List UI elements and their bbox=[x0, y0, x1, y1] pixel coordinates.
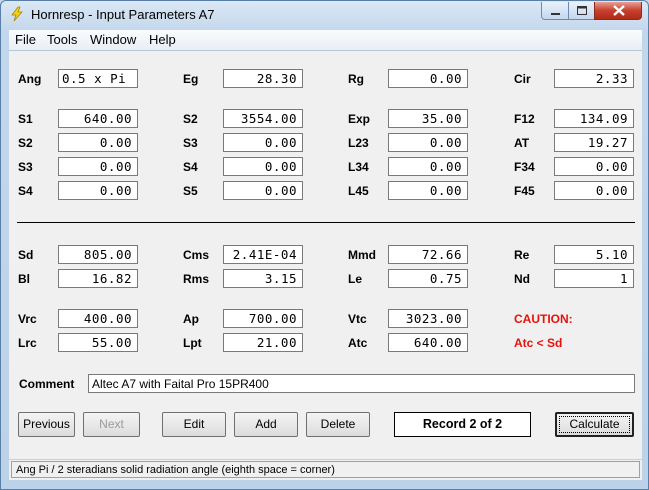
s1-label: S1 bbox=[18, 112, 33, 126]
ap-field[interactable]: 700.00 bbox=[223, 309, 303, 328]
menu-bar: File Tools Window Help bbox=[9, 30, 642, 51]
atc-label: Atc bbox=[348, 336, 368, 350]
f34-label: F34 bbox=[514, 160, 535, 174]
l45-field[interactable]: 0.00 bbox=[388, 181, 468, 200]
s4-field-mid[interactable]: 0.00 bbox=[223, 157, 303, 176]
at-label: AT bbox=[514, 136, 530, 150]
close-button[interactable] bbox=[594, 2, 642, 20]
lrc-field[interactable]: 55.00 bbox=[58, 333, 138, 352]
f45-label: F45 bbox=[514, 184, 535, 198]
cms-field[interactable]: 2.41E-04 bbox=[223, 245, 303, 264]
lightning-icon bbox=[9, 6, 25, 22]
mmd-label: Mmd bbox=[348, 248, 376, 262]
s2-field[interactable]: 0.00 bbox=[58, 133, 138, 152]
cir-field[interactable]: 2.33 bbox=[554, 69, 634, 88]
atc-field[interactable]: 640.00 bbox=[388, 333, 468, 352]
le-label: Le bbox=[348, 272, 363, 286]
lrc-label: Lrc bbox=[18, 336, 37, 350]
cir-label: Cir bbox=[514, 72, 531, 86]
ang-field[interactable]: 0.5 x Pi bbox=[58, 69, 138, 88]
bl-field[interactable]: 16.82 bbox=[58, 269, 138, 288]
mmd-field[interactable]: 72.66 bbox=[388, 245, 468, 264]
status-bar: Ang Pi / 2 steradians solid radiation an… bbox=[9, 460, 642, 480]
previous-button[interactable]: Previous bbox=[18, 412, 75, 437]
at-field[interactable]: 19.27 bbox=[554, 133, 634, 152]
ap-label: Ap bbox=[183, 312, 199, 326]
f12-field[interactable]: 134.09 bbox=[554, 109, 634, 128]
s5-field[interactable]: 0.00 bbox=[223, 181, 303, 200]
cms-label: Cms bbox=[183, 248, 210, 262]
edit-button[interactable]: Edit bbox=[162, 412, 226, 437]
l34-field[interactable]: 0.00 bbox=[388, 157, 468, 176]
s3-label-mid: S3 bbox=[183, 136, 198, 150]
caution-title: CAUTION: bbox=[514, 312, 573, 326]
add-button[interactable]: Add bbox=[234, 412, 298, 437]
s5-label: S5 bbox=[183, 184, 198, 198]
bl-label: Bl bbox=[18, 272, 30, 286]
rg-field[interactable]: 0.00 bbox=[388, 69, 468, 88]
s2-label-top: S2 bbox=[183, 112, 198, 126]
s4-label: S4 bbox=[18, 184, 33, 198]
s4-field[interactable]: 0.00 bbox=[58, 181, 138, 200]
app-window: Hornresp - Input Parameters A7 File Tool… bbox=[0, 0, 649, 490]
s3-field[interactable]: 0.00 bbox=[58, 157, 138, 176]
title-bar[interactable]: Hornresp - Input Parameters A7 bbox=[1, 1, 648, 29]
s2-label: S2 bbox=[18, 136, 33, 150]
sd-field[interactable]: 805.00 bbox=[58, 245, 138, 264]
comment-field[interactable]: Altec A7 with Faital Pro 15PR400 bbox=[88, 374, 635, 393]
window-title: Hornresp - Input Parameters A7 bbox=[31, 7, 215, 22]
f12-label: F12 bbox=[514, 112, 535, 126]
le-field[interactable]: 0.75 bbox=[388, 269, 468, 288]
exp-field[interactable]: 35.00 bbox=[388, 109, 468, 128]
calculate-button[interactable]: Calculate bbox=[555, 412, 634, 437]
nd-label: Nd bbox=[514, 272, 530, 286]
l23-field[interactable]: 0.00 bbox=[388, 133, 468, 152]
s1-field[interactable]: 640.00 bbox=[58, 109, 138, 128]
vrc-field[interactable]: 400.00 bbox=[58, 309, 138, 328]
lpt-label: Lpt bbox=[183, 336, 202, 350]
comment-label: Comment bbox=[19, 377, 75, 391]
eg-field[interactable]: 28.30 bbox=[223, 69, 303, 88]
s2-field-top[interactable]: 3554.00 bbox=[223, 109, 303, 128]
re-field[interactable]: 5.10 bbox=[554, 245, 634, 264]
maximize-button[interactable] bbox=[568, 2, 595, 20]
f45-field[interactable]: 0.00 bbox=[554, 181, 634, 200]
record-indicator: Record 2 of 2 bbox=[394, 412, 531, 437]
s3-label: S3 bbox=[18, 160, 33, 174]
lpt-field[interactable]: 21.00 bbox=[223, 333, 303, 352]
parameters-panel: Ang 0.5 x Pi Eg 28.30 Rg 0.00 Cir 2.33 S… bbox=[9, 51, 642, 459]
rms-field[interactable]: 3.15 bbox=[223, 269, 303, 288]
vtc-label: Vtc bbox=[348, 312, 367, 326]
caution-message: Atc < Sd bbox=[514, 336, 563, 350]
menu-help[interactable]: Help bbox=[149, 32, 176, 47]
menu-tools[interactable]: Tools bbox=[47, 32, 77, 47]
f34-field[interactable]: 0.00 bbox=[554, 157, 634, 176]
ang-label: Ang bbox=[18, 72, 42, 86]
l23-label: L23 bbox=[348, 136, 369, 150]
vrc-label: Vrc bbox=[18, 312, 37, 326]
eg-label: Eg bbox=[183, 72, 199, 86]
l45-label: L45 bbox=[348, 184, 369, 198]
s4-label-mid: S4 bbox=[183, 160, 198, 174]
vtc-field[interactable]: 3023.00 bbox=[388, 309, 468, 328]
next-button[interactable]: Next bbox=[83, 412, 140, 437]
menu-window[interactable]: Window bbox=[90, 32, 136, 47]
delete-button[interactable]: Delete bbox=[306, 412, 370, 437]
section-divider bbox=[17, 222, 635, 223]
re-label: Re bbox=[514, 248, 530, 262]
rms-label: Rms bbox=[183, 272, 210, 286]
menu-file[interactable]: File bbox=[15, 32, 36, 47]
status-text: Ang Pi / 2 steradians solid radiation an… bbox=[11, 461, 640, 478]
l34-label: L34 bbox=[348, 160, 369, 174]
exp-label: Exp bbox=[348, 112, 371, 126]
sd-label: Sd bbox=[18, 248, 34, 262]
minimize-button[interactable] bbox=[541, 2, 569, 20]
s3-field-mid[interactable]: 0.00 bbox=[223, 133, 303, 152]
rg-label: Rg bbox=[348, 72, 364, 86]
nd-field[interactable]: 1 bbox=[554, 269, 634, 288]
